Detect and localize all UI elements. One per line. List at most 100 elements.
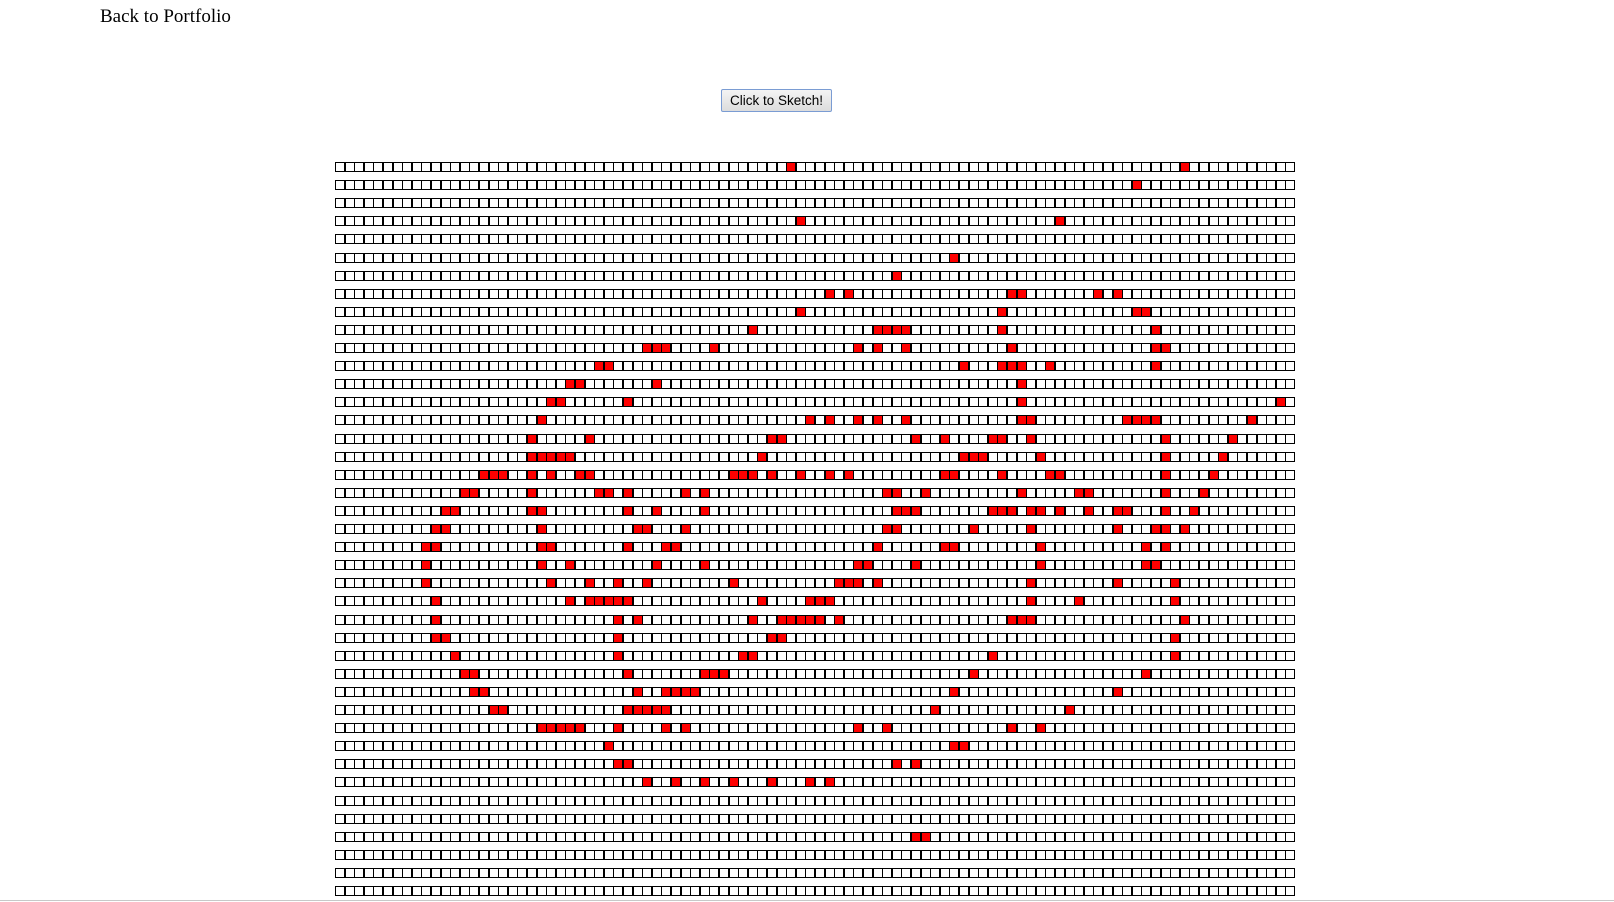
grid-cell[interactable] bbox=[1266, 216, 1277, 227]
grid-cell[interactable] bbox=[536, 433, 547, 444]
grid-cell[interactable] bbox=[450, 361, 461, 372]
grid-cell[interactable] bbox=[1055, 415, 1065, 426]
grid-cell[interactable] bbox=[411, 469, 422, 480]
grid-cell[interactable] bbox=[1285, 849, 1296, 860]
grid-cell[interactable] bbox=[1035, 343, 1046, 353]
grid-cell-filled[interactable] bbox=[671, 777, 681, 788]
grid-cell[interactable] bbox=[344, 596, 355, 607]
grid-cell[interactable] bbox=[1256, 524, 1267, 534]
grid-cell[interactable] bbox=[1055, 867, 1065, 878]
grid-cell[interactable] bbox=[1083, 524, 1094, 534]
grid-cell[interactable] bbox=[843, 487, 854, 498]
grid-cell[interactable] bbox=[728, 524, 739, 534]
grid-cell[interactable] bbox=[719, 234, 729, 245]
grid-cell[interactable] bbox=[1016, 867, 1027, 878]
grid-cell[interactable] bbox=[757, 505, 768, 516]
grid-cell[interactable] bbox=[738, 288, 749, 299]
grid-cell[interactable] bbox=[959, 270, 969, 281]
grid-cell[interactable] bbox=[738, 487, 749, 498]
grid-cell[interactable] bbox=[680, 324, 691, 335]
grid-cell-filled[interactable] bbox=[872, 542, 883, 553]
grid-cell[interactable] bbox=[575, 180, 585, 191]
grid-cell[interactable] bbox=[651, 542, 662, 553]
grid-cell[interactable] bbox=[1266, 324, 1277, 335]
grid-cell[interactable] bbox=[930, 867, 941, 878]
grid-cell[interactable] bbox=[1189, 650, 1200, 661]
grid-cell[interactable] bbox=[1122, 361, 1133, 372]
grid-cell[interactable] bbox=[709, 162, 720, 172]
grid-cell[interactable] bbox=[459, 578, 470, 589]
grid-cell-filled[interactable] bbox=[1131, 415, 1142, 426]
grid-cell[interactable] bbox=[786, 813, 797, 824]
grid-cell[interactable] bbox=[1151, 234, 1161, 245]
grid-cell[interactable] bbox=[1208, 252, 1219, 263]
grid-cell[interactable] bbox=[1227, 596, 1238, 607]
grid-cell[interactable] bbox=[901, 252, 912, 263]
grid-cell[interactable] bbox=[997, 524, 1008, 534]
grid-cell[interactable] bbox=[1083, 650, 1094, 661]
grid-cell[interactable] bbox=[450, 288, 461, 299]
grid-cell[interactable] bbox=[421, 741, 432, 752]
grid-cell[interactable] bbox=[1151, 252, 1161, 263]
grid-cell[interactable] bbox=[699, 361, 710, 372]
grid-cell[interactable] bbox=[565, 505, 576, 516]
grid-cell[interactable] bbox=[968, 469, 979, 480]
grid-cell-filled[interactable] bbox=[594, 596, 605, 607]
grid-cell[interactable] bbox=[939, 668, 950, 679]
grid-cell[interactable] bbox=[440, 777, 451, 788]
grid-cell[interactable] bbox=[363, 813, 374, 824]
grid-cell[interactable] bbox=[776, 867, 787, 878]
grid-cell[interactable] bbox=[498, 433, 509, 444]
grid-cell[interactable] bbox=[632, 216, 643, 227]
grid-cell[interactable] bbox=[968, 379, 979, 390]
grid-cell[interactable] bbox=[1266, 886, 1277, 896]
grid-cell[interactable] bbox=[1160, 324, 1171, 335]
grid-cell[interactable] bbox=[805, 162, 816, 172]
grid-cell[interactable] bbox=[853, 849, 864, 860]
grid-cell[interactable] bbox=[872, 560, 883, 571]
grid-cell[interactable] bbox=[911, 614, 921, 625]
grid-cell[interactable] bbox=[440, 324, 451, 335]
grid-cell[interactable] bbox=[431, 433, 441, 444]
grid-cell[interactable] bbox=[671, 650, 681, 661]
grid-cell[interactable] bbox=[987, 542, 998, 553]
grid-cell[interactable] bbox=[488, 505, 499, 516]
grid-cell[interactable] bbox=[1208, 180, 1219, 191]
grid-cell[interactable] bbox=[594, 288, 605, 299]
grid-cell[interactable] bbox=[863, 252, 873, 263]
grid-cell[interactable] bbox=[1103, 849, 1113, 860]
grid-cell[interactable] bbox=[575, 306, 585, 317]
grid-cell[interactable] bbox=[363, 795, 374, 806]
grid-cell[interactable] bbox=[738, 813, 749, 824]
grid-cell[interactable] bbox=[479, 198, 489, 209]
grid-cell[interactable] bbox=[920, 867, 931, 878]
grid-cell[interactable] bbox=[1122, 668, 1133, 679]
grid-cell[interactable] bbox=[968, 705, 979, 715]
grid-cell[interactable] bbox=[805, 324, 816, 335]
grid-cell[interactable] bbox=[843, 162, 854, 172]
grid-cell[interactable] bbox=[680, 831, 691, 842]
grid-cell[interactable] bbox=[651, 288, 662, 299]
grid-cell[interactable] bbox=[786, 886, 797, 896]
grid-cell[interactable] bbox=[1179, 668, 1190, 679]
grid-cell[interactable] bbox=[834, 705, 845, 715]
grid-cell[interactable] bbox=[786, 469, 797, 480]
grid-cell[interactable] bbox=[642, 614, 653, 625]
grid-cell[interactable] bbox=[527, 361, 537, 372]
grid-cell[interactable] bbox=[805, 433, 816, 444]
grid-cell-filled[interactable] bbox=[469, 686, 480, 697]
grid-cell[interactable] bbox=[1275, 560, 1286, 571]
grid-cell[interactable] bbox=[843, 198, 854, 209]
grid-cell[interactable] bbox=[872, 361, 883, 372]
grid-cell[interactable] bbox=[1170, 343, 1181, 353]
grid-cell[interactable] bbox=[872, 795, 883, 806]
grid-cell[interactable] bbox=[968, 433, 979, 444]
grid-cell[interactable] bbox=[1112, 596, 1123, 607]
grid-cell[interactable] bbox=[1055, 686, 1065, 697]
grid-cell[interactable] bbox=[594, 343, 605, 353]
grid-cell[interactable] bbox=[1055, 723, 1065, 734]
grid-cell[interactable] bbox=[1131, 686, 1142, 697]
grid-cell[interactable] bbox=[517, 270, 528, 281]
grid-cell[interactable] bbox=[920, 849, 931, 860]
grid-cell[interactable] bbox=[479, 306, 489, 317]
